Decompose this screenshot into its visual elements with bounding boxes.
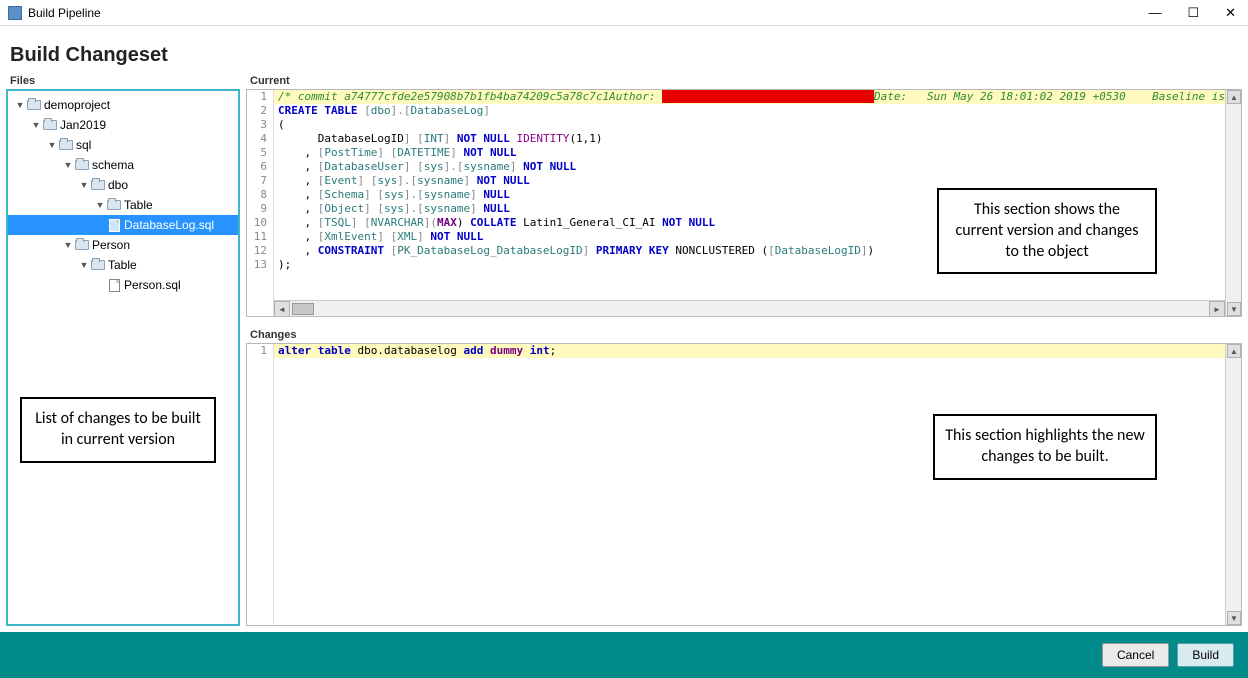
scroll-thumb[interactable] bbox=[292, 303, 314, 315]
files-tree: ▼demoproject▼Jan2019▼sql▼schema▼dbo▼Tabl… bbox=[6, 89, 240, 626]
line-number: 11 bbox=[247, 230, 273, 244]
scroll-up-button[interactable]: ▲ bbox=[1227, 90, 1241, 104]
folder-icon bbox=[90, 258, 106, 272]
current-code[interactable]: 12345678910111213 /* commit a74777cfde2e… bbox=[246, 89, 1242, 317]
titlebar: Build Pipeline — ☐ ✕ bbox=[0, 0, 1248, 26]
close-button[interactable]: ✕ bbox=[1221, 5, 1240, 21]
folder-demoproject[interactable]: ▼ demoproject bbox=[8, 95, 238, 115]
changes-label: Changes bbox=[246, 329, 1242, 343]
folder-table[interactable]: ▼ Table bbox=[8, 195, 238, 215]
line-number: 3 bbox=[247, 118, 273, 132]
line-number: 13 bbox=[247, 258, 273, 272]
tree-label: dbo bbox=[108, 178, 128, 192]
tree-label: Jan2019 bbox=[60, 118, 106, 132]
folder-icon bbox=[106, 198, 122, 212]
file-databaselog.sql[interactable]: DatabaseLog.sql bbox=[8, 215, 238, 235]
scroll-down-button[interactable]: ▼ bbox=[1227, 611, 1241, 625]
tree-twisty[interactable]: ▼ bbox=[30, 120, 42, 130]
code-line: , [DatabaseUser] [sys].[sysname] NOT NUL… bbox=[274, 160, 1225, 174]
tree-twisty[interactable]: ▼ bbox=[78, 180, 90, 190]
annotation-current: This section shows the current version a… bbox=[937, 188, 1157, 274]
header: Build Changeset bbox=[0, 26, 1248, 75]
code-line: , [PostTime] [DATETIME] NOT NULL bbox=[274, 146, 1225, 160]
current-label: Current bbox=[246, 75, 1242, 89]
scroll-up-button[interactable]: ▲ bbox=[1227, 344, 1241, 358]
line-number: 7 bbox=[247, 174, 273, 188]
code-line: /* commit a74777cfde2e57908b7b1fb4ba7420… bbox=[274, 90, 1225, 104]
line-number: 2 bbox=[247, 104, 273, 118]
tree-label: sql bbox=[76, 138, 91, 152]
tree-label: Person bbox=[92, 238, 130, 252]
tree-twisty[interactable]: ▼ bbox=[46, 140, 58, 150]
folder-schema[interactable]: ▼ schema bbox=[8, 155, 238, 175]
app-icon bbox=[8, 6, 22, 20]
file-person.sql[interactable]: Person.sql bbox=[8, 275, 238, 295]
line-number: 8 bbox=[247, 188, 273, 202]
tree-twisty[interactable]: ▼ bbox=[94, 200, 106, 210]
file-icon bbox=[106, 278, 122, 292]
scroll-right-button[interactable]: ► bbox=[1209, 301, 1225, 317]
folder-dbo[interactable]: ▼ dbo bbox=[8, 175, 238, 195]
folder-icon bbox=[74, 158, 90, 172]
folder-icon bbox=[90, 178, 106, 192]
line-number: 4 bbox=[247, 132, 273, 146]
footer: Cancel Build bbox=[0, 632, 1248, 678]
build-button[interactable]: Build bbox=[1177, 643, 1234, 667]
vscrollbar[interactable]: ▲ ▼ bbox=[1225, 90, 1241, 316]
tree-label: demoproject bbox=[44, 98, 110, 112]
folder-person[interactable]: ▼ Person bbox=[8, 235, 238, 255]
scroll-left-button[interactable]: ◄ bbox=[274, 301, 290, 317]
folder-icon bbox=[26, 98, 42, 112]
changes-code[interactable]: 1 alter table dbo.databaselog add dummy … bbox=[246, 343, 1242, 626]
line-number: 9 bbox=[247, 202, 273, 216]
tree-twisty[interactable]: ▼ bbox=[62, 240, 74, 250]
tree-label: Table bbox=[108, 258, 137, 272]
line-number: 1 bbox=[247, 344, 273, 358]
window-title: Build Pipeline bbox=[28, 6, 1144, 20]
code-line: , [Event] [sys].[sysname] NOT NULL bbox=[274, 174, 1225, 188]
line-number: 5 bbox=[247, 146, 273, 160]
tree-label: DatabaseLog.sql bbox=[124, 218, 214, 232]
line-number: 10 bbox=[247, 216, 273, 230]
tree-label: schema bbox=[92, 158, 134, 172]
code-line: alter table dbo.databaselog add dummy in… bbox=[274, 344, 1225, 358]
vscrollbar[interactable]: ▲ ▼ bbox=[1225, 344, 1241, 625]
minimize-button[interactable]: — bbox=[1144, 5, 1165, 21]
line-number: 6 bbox=[247, 160, 273, 174]
annotation-files: List of changes to be built in current v… bbox=[20, 397, 216, 463]
scroll-down-button[interactable]: ▼ bbox=[1227, 302, 1241, 316]
folder-icon bbox=[42, 118, 58, 132]
hscrollbar[interactable]: ◄ ► bbox=[274, 300, 1225, 316]
page-title: Build Changeset bbox=[10, 44, 1238, 67]
code-line: DatabaseLogID] [INT] NOT NULL IDENTITY(1… bbox=[274, 132, 1225, 146]
maximize-button[interactable]: ☐ bbox=[1183, 5, 1203, 21]
folder-sql[interactable]: ▼ sql bbox=[8, 135, 238, 155]
line-number: 1 bbox=[247, 90, 273, 104]
code-line: CREATE TABLE [dbo].[DatabaseLog] bbox=[274, 104, 1225, 118]
annotation-changes: This section highlights the new changes … bbox=[933, 414, 1157, 480]
tree-twisty[interactable]: ▼ bbox=[62, 160, 74, 170]
file-icon bbox=[106, 218, 122, 232]
files-label: Files bbox=[6, 75, 240, 89]
folder-icon bbox=[74, 238, 90, 252]
folder-table[interactable]: ▼ Table bbox=[8, 255, 238, 275]
folder-jan2019[interactable]: ▼ Jan2019 bbox=[8, 115, 238, 135]
line-number: 12 bbox=[247, 244, 273, 258]
tree-twisty[interactable]: ▼ bbox=[78, 260, 90, 270]
code-line: ( bbox=[274, 118, 1225, 132]
tree-label: Table bbox=[124, 198, 153, 212]
folder-icon bbox=[58, 138, 74, 152]
tree-label: Person.sql bbox=[124, 278, 181, 292]
tree-twisty[interactable]: ▼ bbox=[14, 100, 26, 110]
cancel-button[interactable]: Cancel bbox=[1102, 643, 1169, 667]
